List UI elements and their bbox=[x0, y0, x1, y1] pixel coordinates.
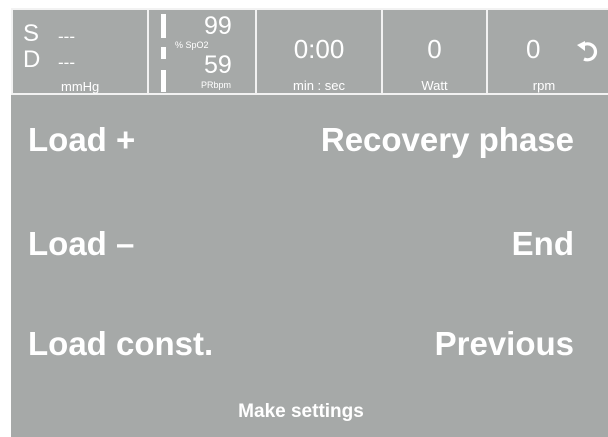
rpm-unit: rpm bbox=[532, 78, 556, 93]
load-const-button[interactable]: Load const. bbox=[28, 326, 213, 362]
pulse-rate-value: 59 bbox=[204, 51, 232, 79]
pulse-rate-label: PRbpm bbox=[201, 80, 232, 90]
spo2-bar-segment bbox=[161, 70, 166, 92]
blood-pressure-panel: S --- D --- mmHg bbox=[11, 8, 149, 95]
recovery-phase-button[interactable]: Recovery phase bbox=[321, 122, 574, 158]
ergometer-screen: S --- D --- mmHg 99 % SpO2 59 PRbpm 0:00… bbox=[11, 8, 608, 437]
load-plus-button[interactable]: Load + bbox=[28, 122, 135, 158]
elapsed-time-value: 0:00 bbox=[293, 34, 345, 64]
rotate-icon bbox=[577, 41, 598, 62]
rpm-value: 0 bbox=[526, 34, 541, 64]
time-unit: min : sec bbox=[292, 78, 345, 93]
watt-value: 0 bbox=[427, 34, 442, 64]
time-panel: 0:00 min : sec bbox=[255, 8, 383, 95]
rpm-panel: 0 rpm bbox=[486, 8, 608, 95]
systolic-value: --- bbox=[58, 27, 75, 46]
make-settings-button[interactable]: Make settings bbox=[11, 401, 591, 423]
previous-button[interactable]: Previous bbox=[435, 326, 574, 362]
spo2-label: % SpO2 bbox=[175, 40, 209, 50]
status-bar: S --- D --- mmHg 99 % SpO2 59 PRbpm 0:00… bbox=[11, 8, 608, 97]
end-button[interactable]: End bbox=[512, 226, 574, 262]
systolic-label: S bbox=[23, 20, 40, 47]
spo2-panel: 99 % SpO2 59 PRbpm bbox=[147, 8, 257, 95]
spo2-bar-segment bbox=[161, 47, 166, 59]
load-minus-button[interactable]: Load – bbox=[28, 226, 134, 262]
bp-unit: mmHg bbox=[61, 79, 100, 94]
spo2-value: 99 bbox=[204, 12, 232, 40]
diastolic-value: --- bbox=[58, 53, 75, 72]
diastolic-label: D bbox=[23, 46, 41, 73]
watt-panel: 0 Watt bbox=[381, 8, 488, 95]
spo2-bar-segment bbox=[161, 14, 166, 38]
watt-unit: Watt bbox=[421, 78, 448, 93]
